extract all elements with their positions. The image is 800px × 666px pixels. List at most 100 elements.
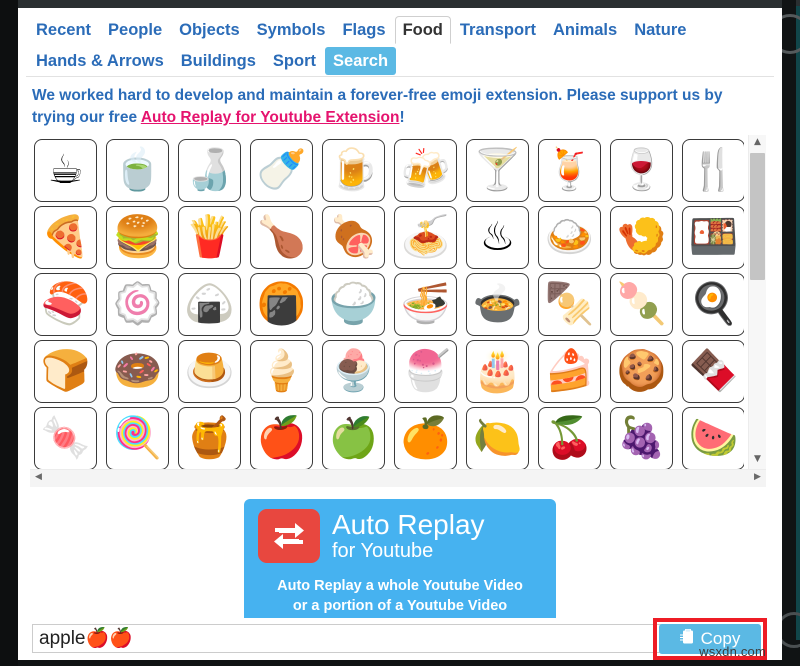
emoji-grid-container: ☕ 🍵 🍶 🍼 🍺 🍻 🍸 🍹 🍷 🍴 🍕 🍔 🍟 🍗 🍖 🍝 ♨ 🍛 🍤 🍱 🍣 🍥 🍙 🍘 🍚 🍜 🍲 🍢 🍡 🍳 🍞 🍩 🍮 🍦 🍨 🍧 🎂 🍰 🍪 🍫… [30, 135, 770, 487]
emoji-hot-springs[interactable]: ♨ [466, 206, 529, 269]
emoji-bento-box[interactable]: 🍱 [682, 206, 744, 269]
emoji-cooked-rice[interactable]: 🍚 [322, 273, 385, 336]
emoji-grid: ☕ 🍵 🍶 🍼 🍺 🍻 🍸 🍹 🍷 🍴 🍕 🍔 🍟 🍗 🍖 🍝 ♨ 🍛 🍤 🍱 🍣 🍥 🍙 🍘 🍚 🍜 🍲 🍢 🍡 🍳 🍞 🍩 🍮 🍦 🍨 🍧 🎂 🍰 🍪 🍫… [30, 135, 744, 469]
banner-subtitle: for Youtube [332, 539, 434, 562]
emoji-tropical-drink[interactable]: 🍹 [538, 139, 601, 202]
tab-transport[interactable]: Transport [452, 16, 544, 44]
emoji-sake[interactable]: 🍶 [178, 139, 241, 202]
emoji-pot-of-food[interactable]: 🍲 [466, 273, 529, 336]
tab-buildings[interactable]: Buildings [173, 47, 264, 75]
emoji-cookie[interactable]: 🍪 [610, 340, 673, 403]
copy-button[interactable]: Copy [659, 624, 761, 654]
emoji-poultry-leg[interactable]: 🍗 [250, 206, 313, 269]
emoji-lemon[interactable]: 🍋 [466, 407, 529, 469]
emoji-french-fries[interactable]: 🍟 [178, 206, 241, 269]
auto-replay-extension-link[interactable]: Auto Replay for Youtube Extension [141, 109, 400, 126]
emoji-rice-cracker[interactable]: 🍘 [250, 273, 313, 336]
scroll-up-arrow-icon[interactable]: ▲ [749, 135, 766, 152]
tab-people[interactable]: People [100, 16, 170, 44]
emoji-teacup-without-handle[interactable]: 🍵 [106, 139, 169, 202]
emoji-lollipop[interactable]: 🍭 [106, 407, 169, 469]
emoji-green-apple[interactable]: 🍏 [322, 407, 385, 469]
emoji-chocolate-bar[interactable]: 🍫 [682, 340, 744, 403]
emoji-custard[interactable]: 🍮 [178, 340, 241, 403]
emoji-wine-glass[interactable]: 🍷 [610, 139, 673, 202]
category-tab-bar: Recent People Objects Symbols Flags Food Trans… [18, 8, 782, 76]
emoji-hamburger[interactable]: 🍔 [106, 206, 169, 269]
emoji-row: 🍬 🍭 🍯 🍎 🍏 🍊 🍋 🍒 🍇 🍉 [30, 405, 744, 469]
emoji-soft-ice-cream[interactable]: 🍦 [250, 340, 313, 403]
banner-description-line-1: Auto Replay a whole Youtube Video [277, 578, 523, 594]
emoji-cooking-fried-egg[interactable]: 🍳 [682, 273, 744, 336]
emoji-ice-cream-sundae[interactable]: 🍨 [322, 340, 385, 403]
emoji-bread[interactable]: 🍞 [34, 340, 97, 403]
emoji-hot-beverage[interactable]: ☕ [34, 139, 97, 202]
vertical-scrollbar-thumb[interactable] [750, 153, 765, 280]
tab-recent[interactable]: Recent [28, 16, 99, 44]
tab-symbols[interactable]: Symbols [249, 16, 334, 44]
tab-nature[interactable]: Nature [626, 16, 694, 44]
promo-message: We worked hard to develop and maintain a… [32, 85, 768, 129]
emoji-cherries[interactable]: 🍒 [538, 407, 601, 469]
advertisement-area: Auto Replay for Youtube Auto Replay a wh… [18, 499, 782, 637]
emoji-birthday-cake[interactable]: 🎂 [466, 340, 529, 403]
emoji-curry-rice[interactable]: 🍛 [538, 206, 601, 269]
emoji-watermelon[interactable]: 🍉 [682, 407, 744, 469]
emoji-steaming-bowl[interactable]: 🍜 [394, 273, 457, 336]
emoji-meat-on-bone[interactable]: 🍖 [322, 206, 385, 269]
tab-hands-arrows[interactable]: Hands & Arrows [28, 47, 172, 75]
emoji-fish-cake[interactable]: 🍥 [106, 273, 169, 336]
emoji-row: 🍣 🍥 🍙 🍘 🍚 🍜 🍲 🍢 🍡 🍳 [30, 271, 744, 338]
vertical-scrollbar[interactable]: ▲ ▼ [748, 135, 766, 469]
tab-sport[interactable]: Sport [265, 47, 324, 75]
emoji-sushi[interactable]: 🍣 [34, 273, 97, 336]
scroll-down-arrow-icon[interactable]: ▼ [749, 452, 766, 469]
tab-row-secondary: Hands & Arrows Buildings Sport Search [28, 45, 772, 76]
emoji-red-apple[interactable]: 🍎 [250, 407, 313, 469]
emoji-beer-mug[interactable]: 🍺 [322, 139, 385, 202]
window-left-edge [0, 0, 18, 666]
clipboard-icon [679, 628, 695, 650]
emoji-spaghetti[interactable]: 🍝 [394, 206, 457, 269]
auto-replay-logo-icon [258, 509, 320, 563]
emoji-clinking-beer-mugs[interactable]: 🍻 [394, 139, 457, 202]
tab-search[interactable]: Search [325, 46, 397, 75]
emoji-fried-shrimp[interactable]: 🍤 [610, 206, 673, 269]
tab-row-primary: Recent People Objects Symbols Flags Food Trans… [28, 14, 772, 45]
tab-animals[interactable]: Animals [545, 16, 625, 44]
tab-flags[interactable]: Flags [334, 16, 393, 44]
scroll-right-arrow-icon[interactable]: ▶ [749, 470, 766, 487]
emoji-candy[interactable]: 🍬 [34, 407, 97, 469]
auto-replay-banner[interactable]: Auto Replay for Youtube Auto Replay a wh… [244, 499, 556, 637]
scroll-left-arrow-icon[interactable]: ◀ [30, 470, 47, 487]
emoji-baby-bottle[interactable]: 🍼 [250, 139, 313, 202]
banner-description-line-2: or a portion of a Youtube Video [292, 598, 508, 614]
emoji-fork-and-knife[interactable]: 🍴 [682, 139, 744, 202]
banner-title: Auto Replay [332, 508, 485, 540]
emoji-grapes[interactable]: 🍇 [610, 407, 673, 469]
window-right-teal-edge [796, 6, 800, 640]
emoji-tangerine[interactable]: 🍊 [394, 407, 457, 469]
emoji-oden[interactable]: 🍢 [538, 273, 601, 336]
promo-text-after: ! [399, 109, 405, 126]
emoji-cocktail-glass[interactable]: 🍸 [466, 139, 529, 202]
emoji-rice-ball[interactable]: 🍙 [178, 273, 241, 336]
emoji-honey-pot[interactable]: 🍯 [178, 407, 241, 469]
bottom-action-bar: apple🍎🍎 Copy wsxdn.com [18, 618, 782, 660]
tab-objects[interactable]: Objects [171, 16, 248, 44]
emoji-pizza[interactable]: 🍕 [34, 206, 97, 269]
horizontal-scrollbar[interactable]: ◀ ▶ [30, 469, 766, 487]
emoji-shortcake[interactable]: 🍰 [538, 340, 601, 403]
emoji-search-input[interactable]: apple🍎🍎 [32, 624, 664, 653]
browser-page-background: Recent People Objects Symbols Flags Food Trans… [0, 0, 800, 666]
copy-button-label: Copy [700, 629, 741, 648]
emoji-doughnut[interactable]: 🍩 [106, 340, 169, 403]
tab-food[interactable]: Food [394, 15, 451, 44]
emoji-dango[interactable]: 🍡 [610, 273, 673, 336]
emoji-row: ☕ 🍵 🍶 🍼 🍺 🍻 🍸 🍹 🍷 🍴 [30, 137, 744, 204]
emoji-row: 🍞 🍩 🍮 🍦 🍨 🍧 🎂 🍰 🍪 🍫 [30, 338, 744, 405]
emoji-row: 🍕 🍔 🍟 🍗 🍖 🍝 ♨ 🍛 🍤 🍱 [30, 204, 744, 271]
window-right-edge [782, 0, 796, 666]
emoji-extension-popup: Recent People Objects Symbols Flags Food Trans… [18, 8, 782, 660]
emoji-shaved-ice[interactable]: 🍧 [394, 340, 457, 403]
